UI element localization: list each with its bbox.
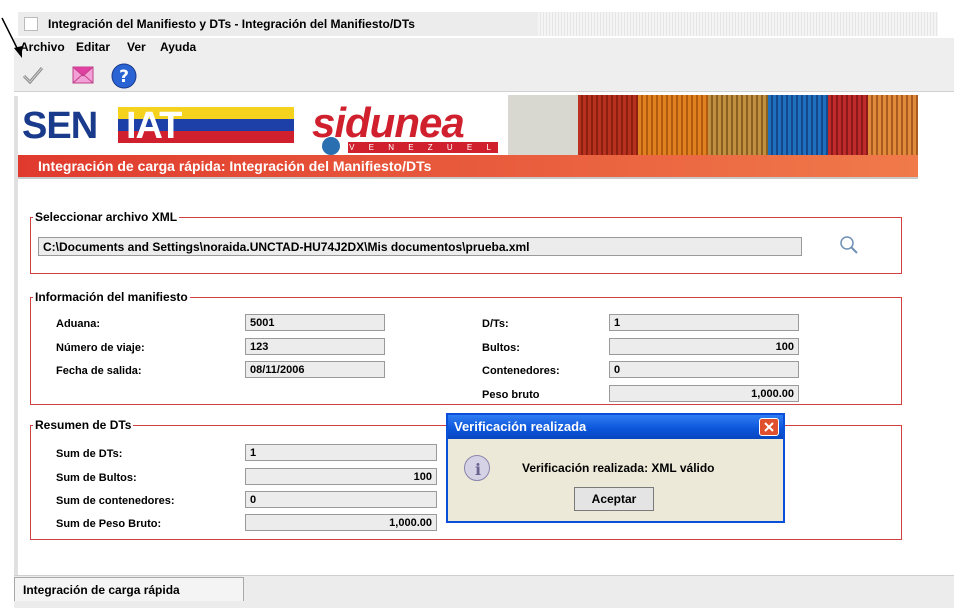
sidunea-logo: sidunea: [312, 99, 465, 146]
fecha-label: Fecha de salida:: [56, 365, 142, 377]
svg-text:?: ?: [119, 67, 129, 87]
contenedores-label: Contenedores:: [482, 365, 560, 377]
page-subheader: Integración de carga rápida: Integración…: [18, 155, 918, 177]
dts-label: D/Ts:: [482, 318, 509, 330]
envelope-icon[interactable]: [70, 62, 96, 88]
viaje-label: Número de viaje:: [56, 342, 145, 354]
pointer-arrow-icon: [1, 17, 22, 58]
main-window: Integración del Manifiesto y DTs - Integ…: [0, 0, 954, 608]
toolbar: ?: [14, 58, 954, 92]
sum-dts-field[interactable]: 1: [245, 444, 437, 461]
dialog-title: Verificación realizada: [454, 419, 587, 434]
banner: SEN IAT sidunea V E N E Z U E L A: [18, 95, 918, 155]
xml-file-legend: Seleccionar archivo XML: [35, 210, 178, 224]
verification-dialog: Verificación realizada i Verificación re…: [446, 413, 785, 523]
sum-peso-label: Sum de Peso Bruto:: [56, 518, 162, 530]
tab-carga-rapida-label: Integración de carga rápida: [23, 583, 180, 597]
bultos-field[interactable]: 100: [609, 338, 799, 355]
seniat-logo-overlay: IAT: [126, 105, 182, 147]
sum-cont-label: Sum de contenedores:: [56, 495, 175, 507]
peso-label: Peso bruto: [482, 389, 540, 401]
manifest-info-legend: Información del manifiesto: [35, 290, 188, 304]
sum-peso-field[interactable]: 1,000.00: [245, 514, 437, 531]
sum-dts-label: Sum de DTs:: [56, 448, 123, 460]
bultos-label: Bultos:: [482, 342, 520, 354]
close-icon[interactable]: [759, 418, 779, 436]
dialog-title-bar[interactable]: Verificación realizada: [448, 415, 783, 439]
menu-ayuda[interactable]: Ayuda: [160, 40, 196, 54]
fecha-field[interactable]: 08/11/2006: [245, 361, 385, 378]
window-icon: [24, 17, 38, 31]
peso-field[interactable]: 1,000.00: [609, 385, 799, 402]
aduana-label: Aduana:: [56, 318, 100, 330]
aduana-field[interactable]: 5001: [245, 314, 385, 331]
seniat-logo: SEN: [22, 105, 98, 147]
viaje-field[interactable]: 123: [245, 338, 385, 355]
dts-field[interactable]: 1: [609, 314, 799, 331]
search-icon[interactable]: [838, 234, 860, 256]
info-icon: i: [464, 455, 490, 481]
divider: [18, 177, 918, 179]
title-bar[interactable]: Integración del Manifiesto y DTs - Integ…: [18, 12, 938, 36]
menu-editar[interactable]: Editar: [76, 40, 110, 54]
sidunea-subtitle: V E N E Z U E L A: [348, 142, 498, 155]
summary-legend: Resumen de DTs: [35, 418, 132, 432]
sum-bultos-field[interactable]: 100: [245, 468, 437, 485]
contenedores-field[interactable]: 0: [609, 361, 799, 378]
sum-cont-field[interactable]: 0: [245, 491, 437, 508]
containers-image: [508, 95, 918, 155]
help-icon[interactable]: ?: [110, 62, 137, 89]
tab-carga-rapida[interactable]: Integración de carga rápida: [14, 577, 244, 601]
checkmark-icon[interactable]: [20, 62, 46, 88]
page-title: Integración de carga rápida: Integración…: [38, 158, 432, 174]
menu-archivo[interactable]: Archivo: [20, 40, 65, 54]
sum-bultos-label: Sum de Bultos:: [56, 472, 137, 484]
svg-text:i: i: [475, 460, 481, 479]
xml-file-path-field[interactable]: C:\Documents and Settings\noraida.UNCTAD…: [38, 237, 802, 256]
dialog-message: Verificación realizada: XML válido: [522, 461, 715, 475]
menu-bar: Archivo Editar Ver Ayuda: [14, 38, 954, 58]
menu-ver[interactable]: Ver: [127, 40, 146, 54]
window-title: Integración del Manifiesto y DTs - Integ…: [48, 17, 415, 31]
accept-button[interactable]: Aceptar: [574, 487, 654, 511]
